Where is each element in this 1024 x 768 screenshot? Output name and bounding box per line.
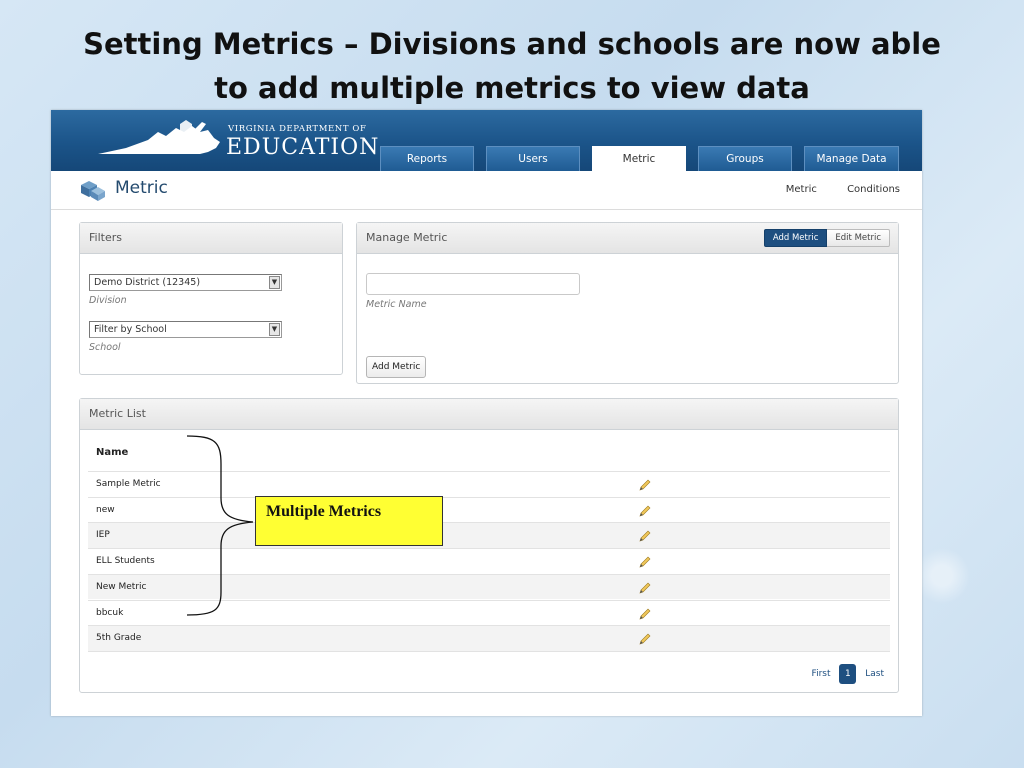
pager-first-link[interactable]: First xyxy=(812,669,831,679)
chevron-down-icon: ▼ xyxy=(269,323,280,336)
edit-metric-tab-button[interactable]: Edit Metric xyxy=(827,229,890,247)
manage-metric-panel: Manage Metric Add Metric Edit Metric Metr… xyxy=(356,222,899,384)
column-header-name[interactable]: Name xyxy=(96,447,128,458)
tab-groups[interactable]: Groups xyxy=(698,146,792,171)
filters-panel: Filters Demo District (12345) ▼ Division… xyxy=(79,222,343,375)
pencil-edit-icon[interactable] xyxy=(638,529,652,543)
metric-blocks-icon xyxy=(81,181,105,201)
vdoe-logo[interactable]: Virginia Department of EDUCATION xyxy=(96,118,380,166)
slide-title-line-2: to add multiple metrics to view data xyxy=(214,71,810,105)
school-label: School xyxy=(89,342,121,353)
metric-name-cell: IEP xyxy=(96,530,110,541)
division-select-value: Demo District (12345) xyxy=(94,277,201,288)
app-header: Virginia Department of EDUCATION Reports… xyxy=(51,110,922,171)
tab-metric[interactable]: Metric xyxy=(592,146,686,171)
virginia-state-outline-icon xyxy=(98,120,220,154)
multiple-metrics-callout: Multiple Metrics xyxy=(255,496,443,546)
list-divider xyxy=(88,651,890,652)
metric-name-cell: ELL Students xyxy=(96,556,155,567)
pencil-edit-icon[interactable] xyxy=(638,478,652,492)
metric-name-cell: bbcuk xyxy=(96,607,124,618)
add-metric-button[interactable]: Add Metric xyxy=(366,356,427,378)
pager-last-link[interactable]: Last xyxy=(865,669,884,679)
tab-manage-data[interactable]: Manage Data xyxy=(804,146,899,171)
tab-reports[interactable]: Reports xyxy=(380,146,474,171)
pencil-edit-icon[interactable] xyxy=(638,555,652,569)
pencil-edit-icon[interactable] xyxy=(638,504,652,518)
filters-panel-header: Filters xyxy=(80,223,342,254)
app-screenshot: Virginia Department of EDUCATION Reports… xyxy=(51,110,922,716)
division-label: Division xyxy=(89,295,127,306)
sub-nav: Metric Conditions xyxy=(759,184,900,195)
pencil-edit-icon[interactable] xyxy=(638,632,652,646)
division-select[interactable]: Demo District (12345) ▼ xyxy=(89,274,282,291)
manage-metric-title: Manage Metric xyxy=(366,231,448,244)
tab-users[interactable]: Users xyxy=(486,146,580,171)
add-metric-tab-button[interactable]: Add Metric xyxy=(763,229,828,247)
school-select[interactable]: Filter by School ▼ xyxy=(89,321,282,338)
manage-metric-panel-header: Manage Metric Add Metric Edit Metric xyxy=(357,223,898,254)
sub-nav-conditions[interactable]: Conditions xyxy=(847,184,900,195)
metric-name-cell: Sample Metric xyxy=(96,479,161,489)
metric-name-input[interactable] xyxy=(366,273,580,295)
logo-main-text: EDUCATION xyxy=(226,135,380,160)
sub-nav-metric[interactable]: Metric xyxy=(786,184,817,195)
pencil-edit-icon[interactable] xyxy=(638,607,652,621)
pencil-edit-icon[interactable] xyxy=(638,581,652,595)
curly-brace-annotation xyxy=(186,435,254,616)
page-title: Metric xyxy=(115,178,168,198)
pagination: First 1 Last xyxy=(812,664,884,684)
metric-name-cell: New Metric xyxy=(96,581,147,592)
slide-title-line-1: Setting Metrics – Divisions and schools … xyxy=(83,27,941,61)
metric-list-panel-header: Metric List xyxy=(80,399,898,430)
school-select-value: Filter by School xyxy=(94,324,167,335)
metric-name-cell: 5th Grade xyxy=(96,633,142,644)
metric-name-label: Metric Name xyxy=(366,299,427,310)
logo-top-text: Virginia Department of xyxy=(228,124,367,134)
page-header: Metric Metric Conditions xyxy=(51,171,922,210)
slide-title: Setting Metrics – Divisions and schools … xyxy=(40,22,984,110)
manage-metric-mode-toggle: Add Metric Edit Metric xyxy=(763,229,890,247)
table-row: 5th Grade xyxy=(88,625,890,651)
chevron-down-icon: ▼ xyxy=(269,276,280,289)
pager-current-page[interactable]: 1 xyxy=(839,664,857,684)
metric-name-cell: new xyxy=(96,504,115,515)
